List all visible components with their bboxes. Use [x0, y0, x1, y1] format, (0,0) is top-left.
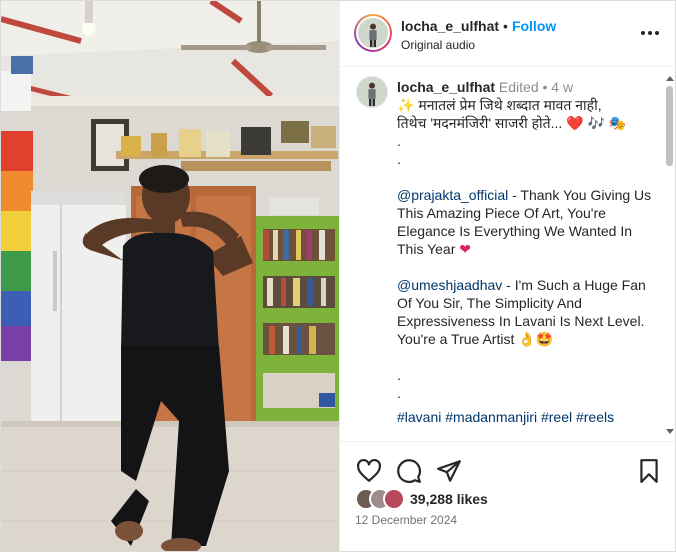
caption-dot: . — [397, 151, 401, 167]
caption-username[interactable]: locha_e_ulfhat — [397, 79, 495, 95]
post-modal: locha_e_ulfhat • Follow Original audio loc… — [0, 0, 676, 552]
post-media[interactable] — [1, 1, 339, 551]
caption-scrollbar[interactable] — [665, 76, 674, 434]
hashtags[interactable]: #lavani #madanmanjiri #reel #reels — [397, 408, 652, 426]
audio-link[interactable]: Original audio — [401, 38, 475, 52]
caption-line-2: तिथेच 'मदनमंजिरी' साजरी होते... ❤️ 🎶 🎭 — [397, 115, 627, 131]
post-details-panel: locha_e_ulfhat • Follow Original audio loc… — [339, 1, 675, 551]
mention-link[interactable]: @prajakta_official — [397, 187, 508, 203]
avatar[interactable] — [354, 14, 392, 52]
caption-dot: . — [397, 385, 401, 401]
share-icon[interactable] — [436, 458, 462, 484]
scroll-thumb[interactable] — [666, 86, 673, 166]
username-row: locha_e_ulfhat • Follow — [401, 18, 556, 34]
caption-avatar[interactable] — [356, 76, 388, 108]
heart-icon[interactable] — [356, 458, 382, 484]
username-link[interactable]: locha_e_ulfhat — [401, 18, 499, 34]
scroll-up-arrow[interactable] — [666, 76, 674, 81]
avatar-figure — [369, 23, 377, 48]
more-icon[interactable] — [638, 21, 662, 45]
heart-emoji: ❤ — [459, 241, 471, 257]
bookmark-icon[interactable] — [636, 458, 662, 484]
caption-avatar-figure — [368, 82, 376, 106]
follow-button[interactable]: Follow — [512, 18, 556, 34]
comment-icon[interactable] — [396, 458, 422, 484]
caption-dot: . — [397, 133, 401, 149]
mention-link[interactable]: @umeshjaadhav — [397, 277, 502, 293]
caption-meta: Edited • 4 w — [498, 79, 574, 95]
video-frame — [1, 1, 339, 551]
likes-count[interactable]: 39,288 likes — [410, 491, 488, 507]
caption-line-1: ✨ मनातलं प्रेम जिथे शब्दात मावत नाही, — [397, 97, 602, 113]
post-date: 12 December 2024 — [355, 513, 458, 527]
post-header: locha_e_ulfhat • Follow Original audio — [340, 1, 675, 67]
caption-text: locha_e_ulfhat Edited • 4 w ✨ मनातलं प्र… — [397, 78, 652, 426]
separator: • — [503, 18, 508, 34]
scroll-down-arrow[interactable] — [666, 429, 674, 434]
caption-dot: . — [397, 367, 401, 383]
liker-avatar — [383, 488, 405, 510]
caption-area[interactable]: locha_e_ulfhat Edited • 4 w ✨ मनातलं प्र… — [340, 68, 675, 441]
